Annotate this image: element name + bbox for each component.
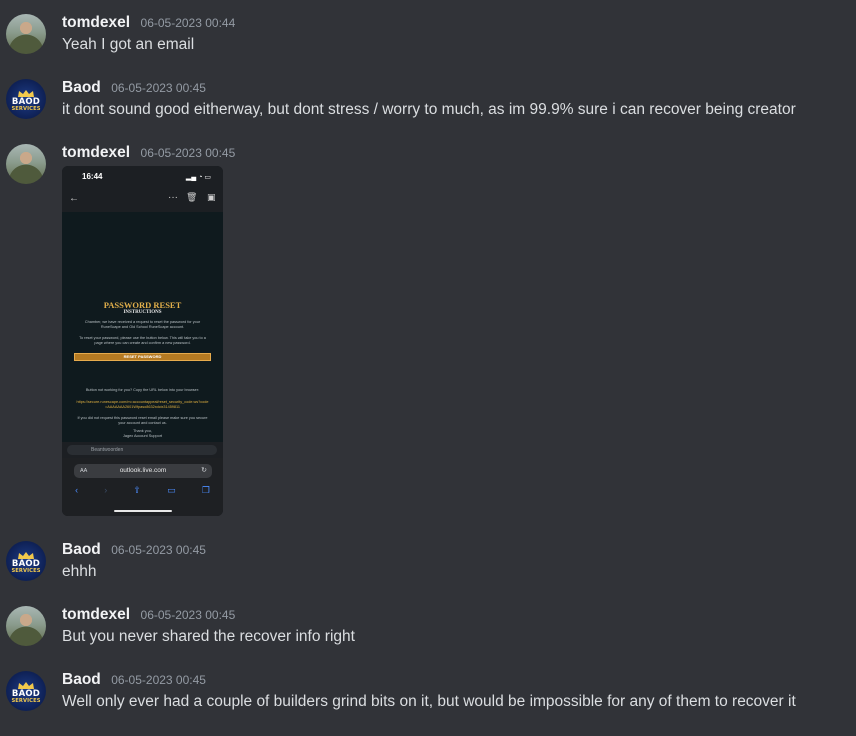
- username[interactable]: tomdexel: [62, 14, 130, 31]
- address-bar: AA outlook.live.com ↻: [74, 464, 212, 478]
- text-size-icon: AA: [80, 468, 88, 474]
- mail-toolbar: ← ··· 🗑 ▣: [62, 188, 223, 212]
- avatar-logo-text: BAOD: [11, 689, 41, 699]
- timestamp: 06-05-2023 00:45: [111, 81, 206, 95]
- message-text: it dont sound good eitherway, but dont s…: [62, 101, 796, 118]
- message-text: Yeah I got an email: [62, 36, 195, 53]
- message-text: ehhh: [62, 563, 97, 580]
- chevron-left-icon: ‹: [75, 485, 79, 495]
- avatar-logo-subtext: SERVICES: [11, 106, 41, 112]
- email-link: https://secure.runescape.com/m=accountap…: [76, 400, 209, 409]
- email-warning: If you did not request this password res…: [77, 416, 208, 425]
- email-sign-team: Jagex Account Support: [122, 434, 163, 438]
- email-title: PASSWORD RESET: [103, 300, 182, 310]
- email-instructions: To reset your password, please use the b…: [79, 336, 206, 345]
- tabs-icon: ❐: [201, 485, 210, 495]
- email-intro: Chamber, we have received a request to r…: [84, 320, 201, 329]
- email-body: PASSWORD RESET INSTRUCTIONS Chamber, we …: [62, 212, 223, 442]
- book-icon: ▭: [167, 485, 176, 495]
- url-text: outlook.live.com: [119, 467, 167, 474]
- chevron-right-icon: ›: [104, 485, 108, 495]
- message-text: Well only ever had a couple of builders …: [62, 693, 796, 710]
- phone-status-bar: 16:44 ▂▄ ◔ ▭: [62, 166, 223, 188]
- trash-icon: 🗑: [186, 192, 198, 202]
- avatar[interactable]: BAOD SERVICES: [6, 541, 46, 581]
- reply-bar: Beantwoorden: [62, 442, 223, 458]
- avatar[interactable]: [6, 144, 46, 184]
- browser-nav: ‹ › ⇪ ▭ ❐: [62, 485, 223, 496]
- avatar-logo-text: BAOD: [11, 97, 41, 107]
- avatar-logo-subtext: SERVICES: [11, 698, 41, 704]
- home-indicator: [114, 510, 172, 512]
- username[interactable]: Baod: [62, 671, 101, 688]
- avatar[interactable]: BAOD SERVICES: [6, 671, 46, 711]
- timestamp: 06-05-2023 00:44: [140, 16, 236, 30]
- image-attachment[interactable]: 16:44 ▂▄ ◔ ▭ ← ··· 🗑 ▣ PASSWORD RESET IN…: [62, 166, 223, 516]
- email-fallback: Button not working for you? Copy the URL…: [85, 388, 200, 392]
- archive-icon: ▣: [207, 192, 216, 202]
- avatar[interactable]: BAOD SERVICES: [6, 79, 46, 119]
- timestamp: 06-05-2023 00:45: [140, 608, 236, 622]
- username[interactable]: tomdexel: [62, 144, 130, 161]
- avatar[interactable]: [6, 606, 46, 646]
- email-subtitle: INSTRUCTIONS: [123, 310, 162, 315]
- browser-bar: AA outlook.live.com ↻ ‹ › ⇪ ▭ ❐: [62, 458, 223, 516]
- reload-icon: ↻: [201, 467, 207, 474]
- avatar-logo-text: BAOD: [11, 559, 41, 569]
- reply-field: Beantwoorden: [67, 445, 217, 455]
- share-icon: ⇪: [133, 485, 141, 495]
- back-arrow-icon: ←: [69, 193, 79, 204]
- more-icon: ···: [168, 192, 178, 203]
- username[interactable]: Baod: [62, 79, 101, 96]
- reset-password-button: RESET PASSWORD: [74, 353, 211, 361]
- timestamp: 06-05-2023 00:45: [111, 543, 206, 557]
- avatar[interactable]: [6, 14, 46, 54]
- username[interactable]: tomdexel: [62, 606, 130, 623]
- signal-wifi-battery-icon: ▂▄ ◔ ▭: [185, 174, 211, 181]
- phone-clock: 16:44: [82, 172, 103, 181]
- username[interactable]: Baod: [62, 541, 101, 558]
- message-text: But you never shared the recover info ri…: [62, 628, 355, 645]
- avatar-logo-subtext: SERVICES: [11, 568, 41, 574]
- timestamp: 06-05-2023 00:45: [111, 673, 206, 687]
- timestamp: 06-05-2023 00:45: [140, 146, 236, 160]
